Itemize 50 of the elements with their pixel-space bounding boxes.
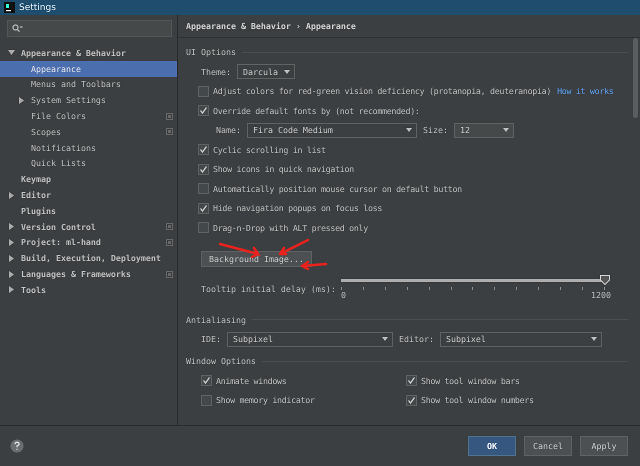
background-image-button[interactable]: Background Image... — [201, 250, 312, 266]
theme-dropdown[interactable]: Darcula — [236, 64, 295, 80]
font-size-dropdown[interactable]: 12 — [454, 122, 514, 138]
settings-tree-item[interactable]: Plugins — [0, 202, 177, 219]
settings-tree-item[interactable]: Appearance — [0, 60, 177, 77]
checkbox-label: Automatically position mouse cursor on default button — [213, 184, 462, 194]
slider-min-label: 0 — [341, 290, 346, 300]
settings-tree-item[interactable]: Project: ml-hand — [0, 234, 177, 250]
checkbox-label: Cyclic scrolling in list — [213, 144, 326, 155]
section-heading: UI Options — [186, 47, 236, 57]
settings-tree-item[interactable]: Appearance & Behavior — [0, 45, 177, 61]
window-title: Settings — [19, 2, 56, 12]
checkbox-label: Animate windows — [216, 376, 286, 386]
editor-label: Editor: — [398, 334, 434, 344]
editor-antialiasing-dropdown[interactable]: Subpixel — [440, 332, 602, 347]
checkbox-label: Show icons in quick navigation — [213, 164, 354, 174]
theme-label: Theme: — [201, 66, 231, 77]
help-link[interactable]: How it works — [557, 86, 614, 96]
settings-tree-item[interactable]: Notifications — [0, 140, 177, 156]
settings-tree-item[interactable]: Quick Lists — [0, 156, 177, 172]
ide-label: IDE: — [201, 334, 221, 344]
settings-tree-item[interactable]: Menus and Toolbars — [0, 76, 177, 92]
settings-tree-item[interactable]: File Colors — [0, 108, 177, 124]
settings-tree-item[interactable]: Scopes — [0, 124, 177, 140]
settings-tree-item[interactable]: Tools — [0, 282, 177, 298]
settings-tree-item[interactable]: Keymap — [0, 171, 177, 188]
checkbox-label: Show memory indicator — [216, 395, 315, 406]
dialog-button[interactable]: OK — [468, 436, 516, 456]
settings-tree-item[interactable]: Editor — [0, 187, 177, 203]
section-heading: Antialiasing — [186, 314, 246, 324]
dialog-button[interactable]: Apply — [580, 436, 628, 456]
checkbox-label: Show tool window bars — [421, 376, 520, 386]
ide-antialiasing-dropdown[interactable]: Subpixel — [226, 332, 393, 347]
section-heading: Window Options — [186, 356, 256, 366]
slider-max-label: 1200 — [591, 290, 611, 300]
settings-tree-item[interactable]: System Settings — [0, 92, 177, 108]
checkbox-label: Override default fonts by (not recommended): — [213, 106, 420, 116]
checkbox-label: Hide navigation popups on focus loss — [213, 203, 382, 214]
settings-tree-item[interactable]: Version Control — [0, 218, 177, 235]
breadcrumb: Appearance & Behavior › Appearance — [178, 15, 640, 38]
font-size-label: Size: — [422, 125, 448, 136]
tooltip-delay-label: Tooltip initial delay (ms): — [201, 282, 337, 294]
settings-tree-item[interactable]: Languages & Frameworks — [0, 266, 177, 282]
checkbox-label: Drag-n-Drop with ALT pressed only — [213, 222, 368, 233]
settings-tree-item[interactable]: Build, Execution, Deployment — [0, 250, 177, 266]
dialog-button[interactable]: Cancel — [524, 436, 572, 456]
checkbox-label: Show tool window numbers — [421, 395, 534, 406]
checkbox-label: Adjust colors for red-green vision deficiency (protanopia, deuteranopia) — [213, 86, 552, 96]
font-name-label: Name: — [216, 125, 241, 136]
font-name-dropdown[interactable]: Fira Code Medium — [246, 122, 417, 138]
